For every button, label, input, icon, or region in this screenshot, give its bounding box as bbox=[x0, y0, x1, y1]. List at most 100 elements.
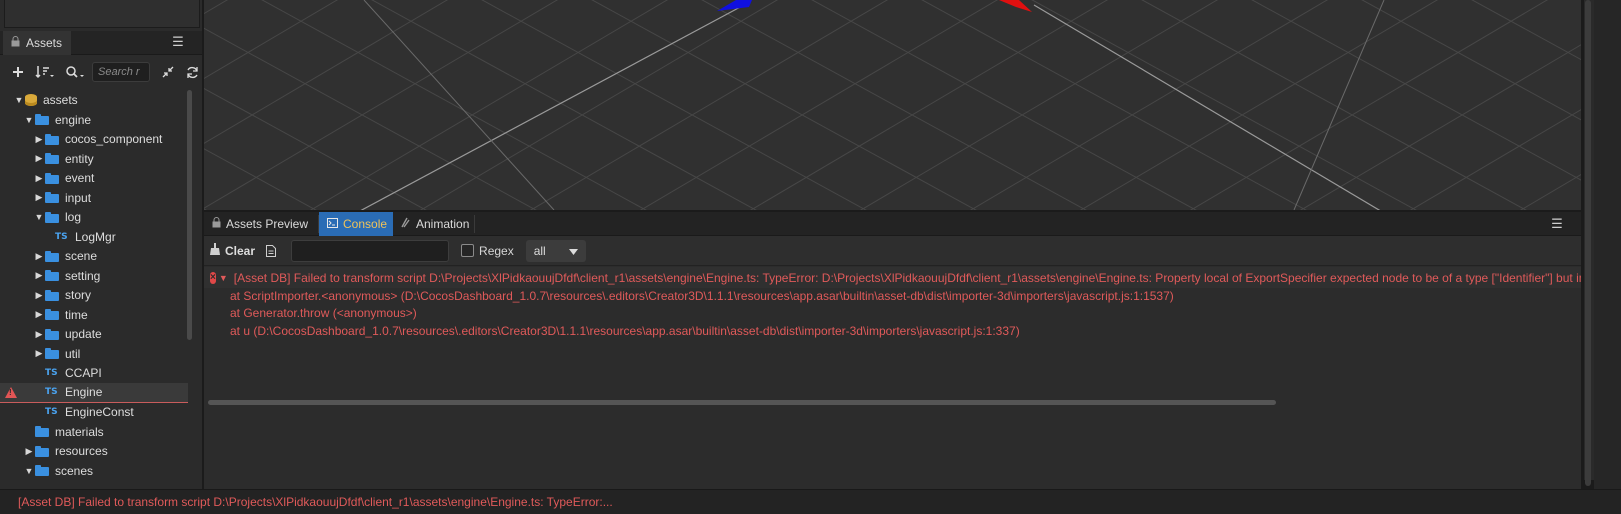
assets-toolbar bbox=[0, 58, 202, 86]
caret-down-icon bbox=[568, 244, 578, 258]
expand-arrow-right-icon[interactable]: ▶ bbox=[23, 446, 35, 457]
typescript-file-icon: TS bbox=[45, 368, 58, 378]
tab-assets[interactable]: Assets bbox=[3, 31, 71, 55]
expand-arrow-right-icon[interactable]: ▶ bbox=[33, 348, 45, 359]
folder-icon bbox=[45, 309, 59, 320]
tree-item-input[interactable]: ▶ input bbox=[0, 188, 188, 208]
log-entry-error[interactable]: × ▼ [Asset DB] Failed to transform scrip… bbox=[204, 267, 1581, 288]
expand-arrow-down-icon[interactable]: ▼ bbox=[33, 212, 45, 222]
tree-item-cocos_component[interactable]: ▶ cocos_component bbox=[0, 129, 188, 149]
tree-item-scene[interactable]: ▶ scene bbox=[0, 246, 188, 266]
grid-line bbox=[309, 0, 669, 210]
horizontal-scrollbar[interactable] bbox=[208, 400, 1276, 405]
tree-item-logmgr[interactable]: TS LogMgr bbox=[0, 227, 188, 247]
right-scrollbar[interactable] bbox=[1585, 0, 1591, 486]
status-message: [Asset DB] Failed to transform script D:… bbox=[18, 495, 613, 509]
regex-toggle[interactable]: Regex bbox=[461, 244, 514, 258]
hamburger-menu-icon[interactable]: ☰ bbox=[1549, 216, 1565, 232]
tree-item-util[interactable]: ▶ util bbox=[0, 344, 188, 364]
tab-label: Animation bbox=[416, 217, 470, 231]
expand-arrow-right-icon[interactable]: ▶ bbox=[33, 251, 45, 262]
tree-item-update[interactable]: ▶ update bbox=[0, 324, 188, 344]
tree-item-time[interactable]: ▶ time bbox=[0, 305, 188, 325]
assets-tab-label: Assets bbox=[26, 36, 63, 50]
hamburger-menu-icon[interactable]: ☰ bbox=[170, 34, 186, 50]
folder-icon bbox=[45, 270, 59, 281]
grid-line bbox=[1293, 0, 1385, 210]
tree-item-scenes[interactable]: ▼ scenes bbox=[0, 461, 188, 481]
log-filter-input[interactable] bbox=[291, 239, 450, 262]
lock-icon bbox=[212, 217, 221, 231]
expand-arrow-right-icon[interactable]: ▶ bbox=[33, 134, 45, 145]
assets-tabbar: Assets ☰ bbox=[0, 31, 202, 55]
tree-item-resources[interactable]: ▶ resources bbox=[0, 441, 188, 461]
tab-assets-preview[interactable]: Assets Preview bbox=[204, 212, 316, 236]
console-icon bbox=[327, 217, 338, 231]
tree-item-entity[interactable]: ▶ entity bbox=[0, 149, 188, 169]
expand-arrow-down-icon[interactable]: ▼ bbox=[13, 95, 25, 105]
add-icon[interactable] bbox=[8, 62, 28, 82]
folder-icon bbox=[35, 114, 49, 125]
tree-item-event[interactable]: ▶ event bbox=[0, 168, 188, 188]
tree-item-log[interactable]: ▼ log bbox=[0, 207, 188, 227]
refresh-icon[interactable] bbox=[182, 62, 202, 82]
sort-icon[interactable] bbox=[32, 62, 58, 82]
folder-icon bbox=[45, 250, 59, 262]
grid-line bbox=[811, 0, 1197, 210]
tree-item-engine[interactable]: ▼ engine bbox=[0, 110, 188, 130]
clear-button[interactable]: Clear bbox=[210, 243, 255, 258]
grid-line bbox=[921, 0, 1307, 210]
caret-down-icon[interactable]: ▼ bbox=[219, 273, 228, 283]
scene-viewport[interactable] bbox=[204, 0, 1581, 210]
gizmo-x-axis-handle[interactable] bbox=[999, 0, 1032, 12]
tree-item-story[interactable]: ▶ story bbox=[0, 285, 188, 305]
typescript-file-icon: TS bbox=[45, 407, 58, 417]
tree-item-assets[interactable]: ▼ assets bbox=[0, 90, 188, 110]
tree-item-ccapi[interactable]: TS CCAPI bbox=[0, 363, 188, 383]
tree-item-engineconst[interactable]: TS EngineConst bbox=[0, 402, 188, 422]
tree-item-label: LogMgr bbox=[75, 229, 116, 244]
grid-line bbox=[1141, 0, 1527, 210]
tree-item-setting[interactable]: ▶ setting bbox=[0, 266, 188, 286]
expand-arrow-right-icon[interactable]: ▶ bbox=[33, 309, 45, 320]
grid-line bbox=[204, 0, 559, 209]
animation-icon bbox=[401, 217, 411, 231]
search-filter-icon[interactable] bbox=[62, 62, 88, 82]
tree-item-materials[interactable]: materials bbox=[0, 422, 188, 442]
gizmo-z-axis-handle[interactable] bbox=[717, 0, 752, 11]
expand-arrow-right-icon[interactable]: ▶ bbox=[33, 329, 45, 340]
expand-arrow-right-icon[interactable]: ▶ bbox=[33, 270, 45, 281]
grid-line bbox=[591, 0, 977, 210]
grid-line bbox=[204, 208, 207, 210]
tab-console[interactable]: Console bbox=[319, 212, 393, 236]
stack-trace-line: at Generator.throw (<anonymous>) bbox=[230, 306, 417, 320]
lock-icon bbox=[11, 36, 20, 50]
log-level-value: all bbox=[533, 243, 546, 258]
grid-line bbox=[204, 0, 339, 80]
expand-arrow-down-icon[interactable]: ▼ bbox=[23, 466, 35, 476]
expand-arrow-right-icon[interactable]: ▶ bbox=[33, 290, 45, 301]
regex-checkbox[interactable] bbox=[461, 244, 475, 257]
grid-line bbox=[859, 0, 1219, 210]
asset-tree: ▼ assets ▼ engine ▶ cocos_component ▶ entity ▶ ev… bbox=[0, 90, 190, 489]
expand-arrow-right-icon[interactable]: ▶ bbox=[33, 192, 45, 203]
expand-arrow-right-icon[interactable]: ▶ bbox=[33, 173, 45, 184]
folder-icon bbox=[45, 133, 59, 145]
expand-arrow-down-icon[interactable]: ▼ bbox=[23, 115, 35, 125]
expand-arrow-right-icon[interactable]: ▶ bbox=[33, 153, 45, 164]
tree-item-label: time bbox=[65, 307, 88, 322]
warning-icon bbox=[5, 386, 17, 398]
grid-line bbox=[481, 0, 867, 210]
status-bar[interactable]: [Asset DB] Failed to transform script D:… bbox=[0, 489, 1621, 514]
tree-scrollbar[interactable] bbox=[187, 90, 192, 340]
collapse-all-icon[interactable] bbox=[158, 62, 178, 82]
tree-item-label: util bbox=[65, 346, 81, 361]
tree-item-engine[interactable]: TS Engine bbox=[0, 382, 188, 403]
tree-item-label: log bbox=[65, 210, 82, 224]
log-file-icon[interactable] bbox=[263, 244, 279, 257]
log-level-select[interactable]: all bbox=[525, 239, 586, 262]
search-input[interactable] bbox=[92, 62, 150, 82]
grid-line bbox=[261, 0, 647, 210]
regex-label: Regex bbox=[479, 243, 514, 258]
tab-animation[interactable]: Animation bbox=[393, 212, 477, 236]
